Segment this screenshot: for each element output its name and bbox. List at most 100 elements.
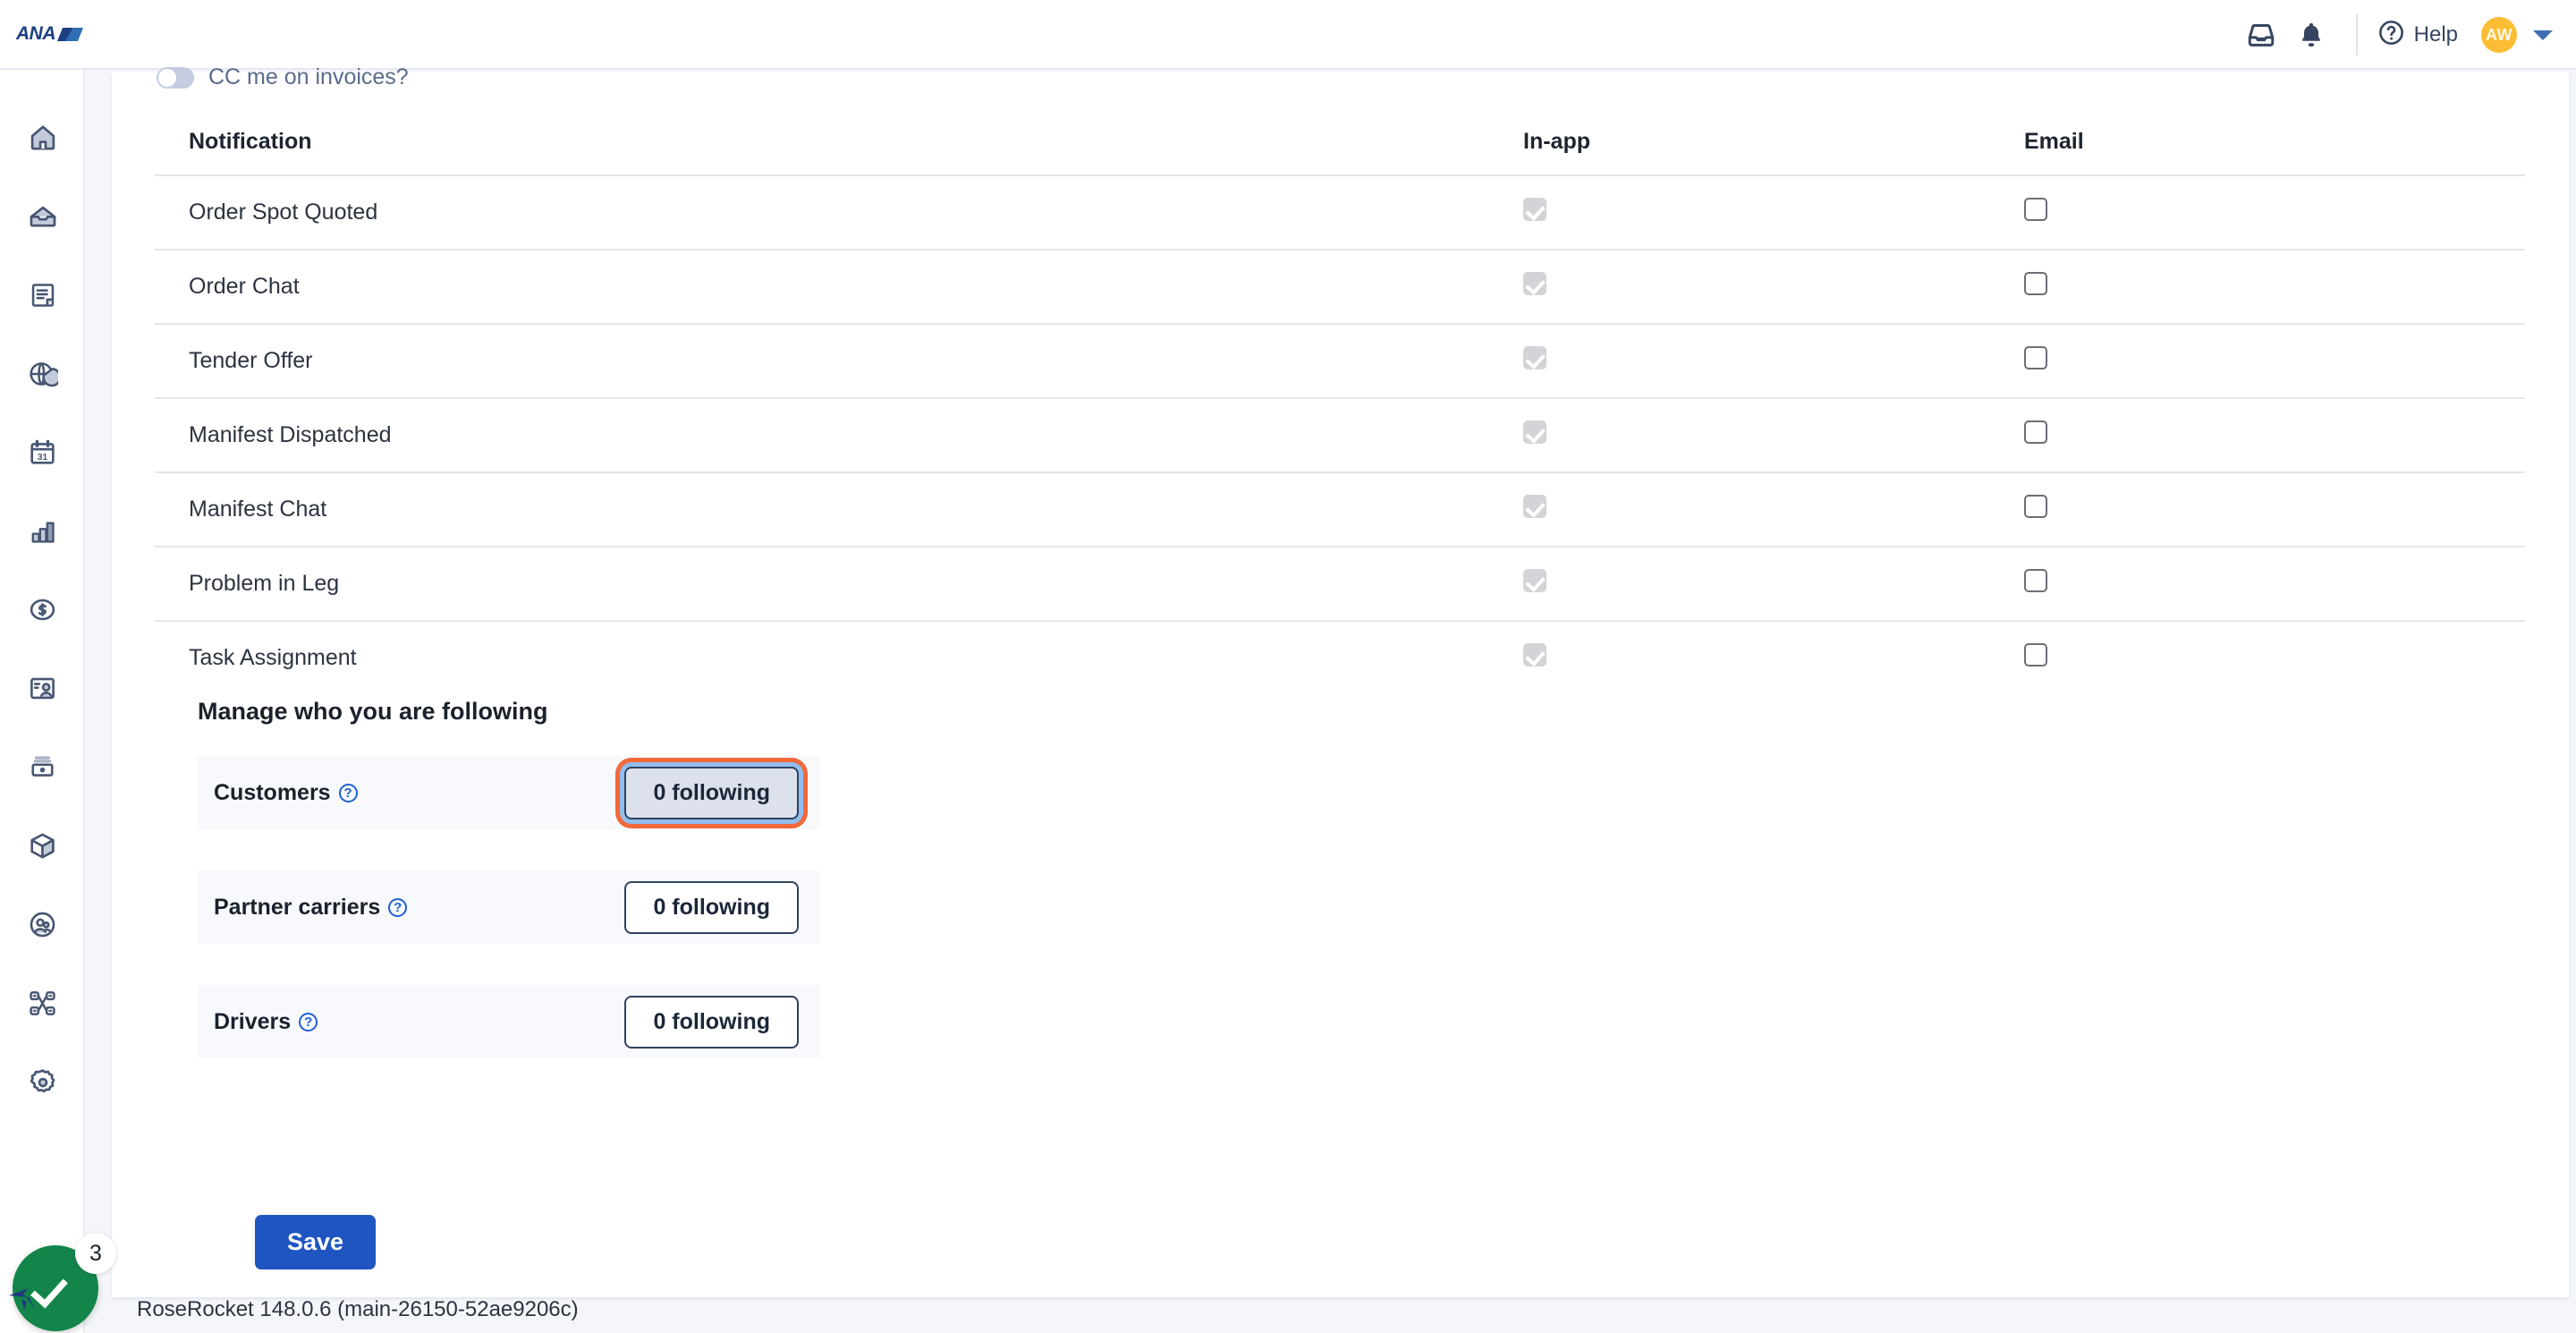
email-checkbox[interactable] bbox=[2024, 569, 2047, 592]
notification-name: Order Chat bbox=[155, 249, 1523, 324]
sidebar-item-reports[interactable] bbox=[0, 494, 85, 573]
sidebar-item-settings[interactable] bbox=[0, 1045, 85, 1124]
in-app-cell bbox=[1523, 249, 2024, 324]
cc-me-on-invoices-label: CC me on invoices? bbox=[208, 64, 409, 89]
chevron-down-icon[interactable] bbox=[2533, 30, 2553, 40]
help-tooltip-icon[interactable]: ? bbox=[388, 897, 408, 917]
column-header-notification: Notification bbox=[189, 129, 312, 154]
email-cell bbox=[2024, 546, 2525, 621]
notification-name: Problem in Leg bbox=[155, 546, 1523, 621]
following-row-label-group: Drivers ? bbox=[214, 1009, 318, 1035]
drivers-following-button[interactable]: 0 following bbox=[624, 995, 799, 1049]
app-header: ANA Help AW bbox=[0, 0, 2576, 70]
email-cell bbox=[2024, 471, 2525, 547]
help-tooltip-icon[interactable]: ? bbox=[299, 1012, 318, 1032]
support-badge-count[interactable]: 3 bbox=[75, 1233, 116, 1274]
globe-pie-icon bbox=[28, 359, 62, 394]
email-cell bbox=[2024, 323, 2525, 398]
in-app-checkbox bbox=[1523, 643, 1546, 666]
cc-me-on-invoices-toggle[interactable] bbox=[157, 66, 194, 89]
brand-logo[interactable]: ANA bbox=[16, 23, 84, 45]
in-app-checkbox bbox=[1523, 495, 1546, 518]
table-row: Task Assignment bbox=[155, 620, 2525, 694]
in-app-checkbox bbox=[1523, 272, 1546, 295]
following-row-customers: Customers ? 0 following bbox=[198, 756, 820, 829]
sidebar-rail: 31 bbox=[0, 70, 85, 1333]
following-label: Customers bbox=[214, 779, 331, 805]
in-app-checkbox bbox=[1523, 569, 1546, 592]
following-row-partner-carriers: Partner carriers ? 0 following bbox=[198, 870, 820, 944]
calendar-31-icon: 31 bbox=[28, 437, 57, 471]
help-circle-icon bbox=[2377, 19, 2405, 51]
network-nodes-icon bbox=[28, 989, 57, 1023]
email-checkbox[interactable] bbox=[2024, 643, 2047, 666]
brand-logo-text: ANA bbox=[16, 23, 56, 44]
email-cell bbox=[2024, 620, 2525, 694]
notification-name: Task Assignment bbox=[155, 620, 1523, 694]
in-app-cell bbox=[1523, 620, 2024, 694]
gear-icon bbox=[28, 1067, 58, 1102]
sidebar-item-home[interactable] bbox=[0, 100, 85, 179]
in-app-cell bbox=[1523, 546, 2024, 621]
cc-me-on-invoices-row: CC me on invoices? bbox=[157, 64, 409, 90]
customers-following-button[interactable]: 0 following bbox=[624, 766, 799, 819]
header-divider bbox=[2355, 14, 2358, 55]
sidebar-item-inbox[interactable] bbox=[0, 179, 85, 258]
dollar-circle-icon bbox=[28, 595, 57, 629]
email-cell bbox=[2024, 397, 2525, 472]
help-button[interactable]: Help bbox=[2377, 19, 2458, 51]
email-checkbox[interactable] bbox=[2024, 495, 2047, 518]
sidebar-item-print[interactable] bbox=[0, 730, 85, 809]
sidebar-item-integrations[interactable] bbox=[0, 966, 85, 1045]
table-row: Order Chat bbox=[155, 249, 2525, 324]
following-label: Partner carriers bbox=[214, 894, 381, 920]
email-checkbox[interactable] bbox=[2024, 198, 2047, 221]
email-checkbox[interactable] bbox=[2024, 346, 2047, 369]
following-section-heading: Manage who you are following bbox=[198, 698, 548, 725]
following-label: Drivers bbox=[214, 1008, 292, 1034]
following-row-label-group: Partner carriers ? bbox=[214, 894, 408, 921]
table-row: Order Spot Quoted bbox=[155, 174, 2525, 250]
sidebar-item-documents[interactable] bbox=[0, 258, 85, 336]
document-icon bbox=[29, 281, 57, 314]
table-row: Manifest Dispatched bbox=[155, 397, 2525, 472]
header-actions: Help AW bbox=[2236, 0, 2553, 70]
save-button[interactable]: Save bbox=[255, 1215, 377, 1269]
sidebar-item-schedule[interactable]: 31 bbox=[0, 415, 85, 494]
printer-icon bbox=[28, 752, 57, 786]
partner-carriers-following-button[interactable]: 0 following bbox=[624, 880, 799, 934]
table-row: Manifest Chat bbox=[155, 471, 2525, 547]
app-version-text: RoseRocket 148.0.6 (main-26150-52ae9206c… bbox=[137, 1297, 579, 1321]
in-app-checkbox bbox=[1523, 346, 1546, 369]
email-checkbox[interactable] bbox=[2024, 420, 2047, 444]
column-header-email: Email bbox=[2024, 129, 2084, 154]
sidebar-item-billing[interactable] bbox=[0, 573, 85, 651]
notification-name: Order Spot Quoted bbox=[155, 174, 1523, 250]
sidebar-item-assets[interactable] bbox=[0, 809, 85, 887]
notification-name: Manifest Chat bbox=[155, 471, 1523, 547]
table-row: Tender Offer bbox=[155, 323, 2525, 398]
home-icon bbox=[28, 123, 58, 157]
help-label: Help bbox=[2413, 22, 2458, 47]
help-tooltip-icon[interactable]: ? bbox=[338, 783, 358, 802]
cursor-arrow-icon bbox=[7, 1281, 48, 1321]
in-app-cell bbox=[1523, 323, 2024, 398]
in-app-checkbox bbox=[1523, 420, 1546, 444]
sidebar-item-contacts[interactable] bbox=[0, 651, 85, 730]
email-checkbox[interactable] bbox=[2024, 272, 2047, 295]
sidebar-item-orders[interactable] bbox=[0, 336, 85, 415]
id-card-icon bbox=[28, 674, 57, 708]
notification-name: Manifest Dispatched bbox=[155, 397, 1523, 472]
notification-name: Tender Offer bbox=[155, 323, 1523, 398]
svg-text:31: 31 bbox=[38, 453, 48, 463]
users-circle-icon bbox=[28, 910, 57, 944]
in-app-cell bbox=[1523, 397, 2024, 472]
sidebar-item-partners[interactable] bbox=[0, 887, 85, 966]
notifications-table: Notification In-app Email Order Spot Quo… bbox=[155, 115, 2525, 694]
column-header-in-app: In-app bbox=[1523, 129, 1590, 154]
following-row-label-group: Customers ? bbox=[214, 780, 358, 806]
following-row-drivers: Drivers ? 0 following bbox=[198, 985, 820, 1058]
inbox-tray-icon[interactable] bbox=[2236, 10, 2286, 60]
bell-icon[interactable] bbox=[2286, 10, 2336, 60]
avatar[interactable]: AW bbox=[2481, 17, 2517, 53]
